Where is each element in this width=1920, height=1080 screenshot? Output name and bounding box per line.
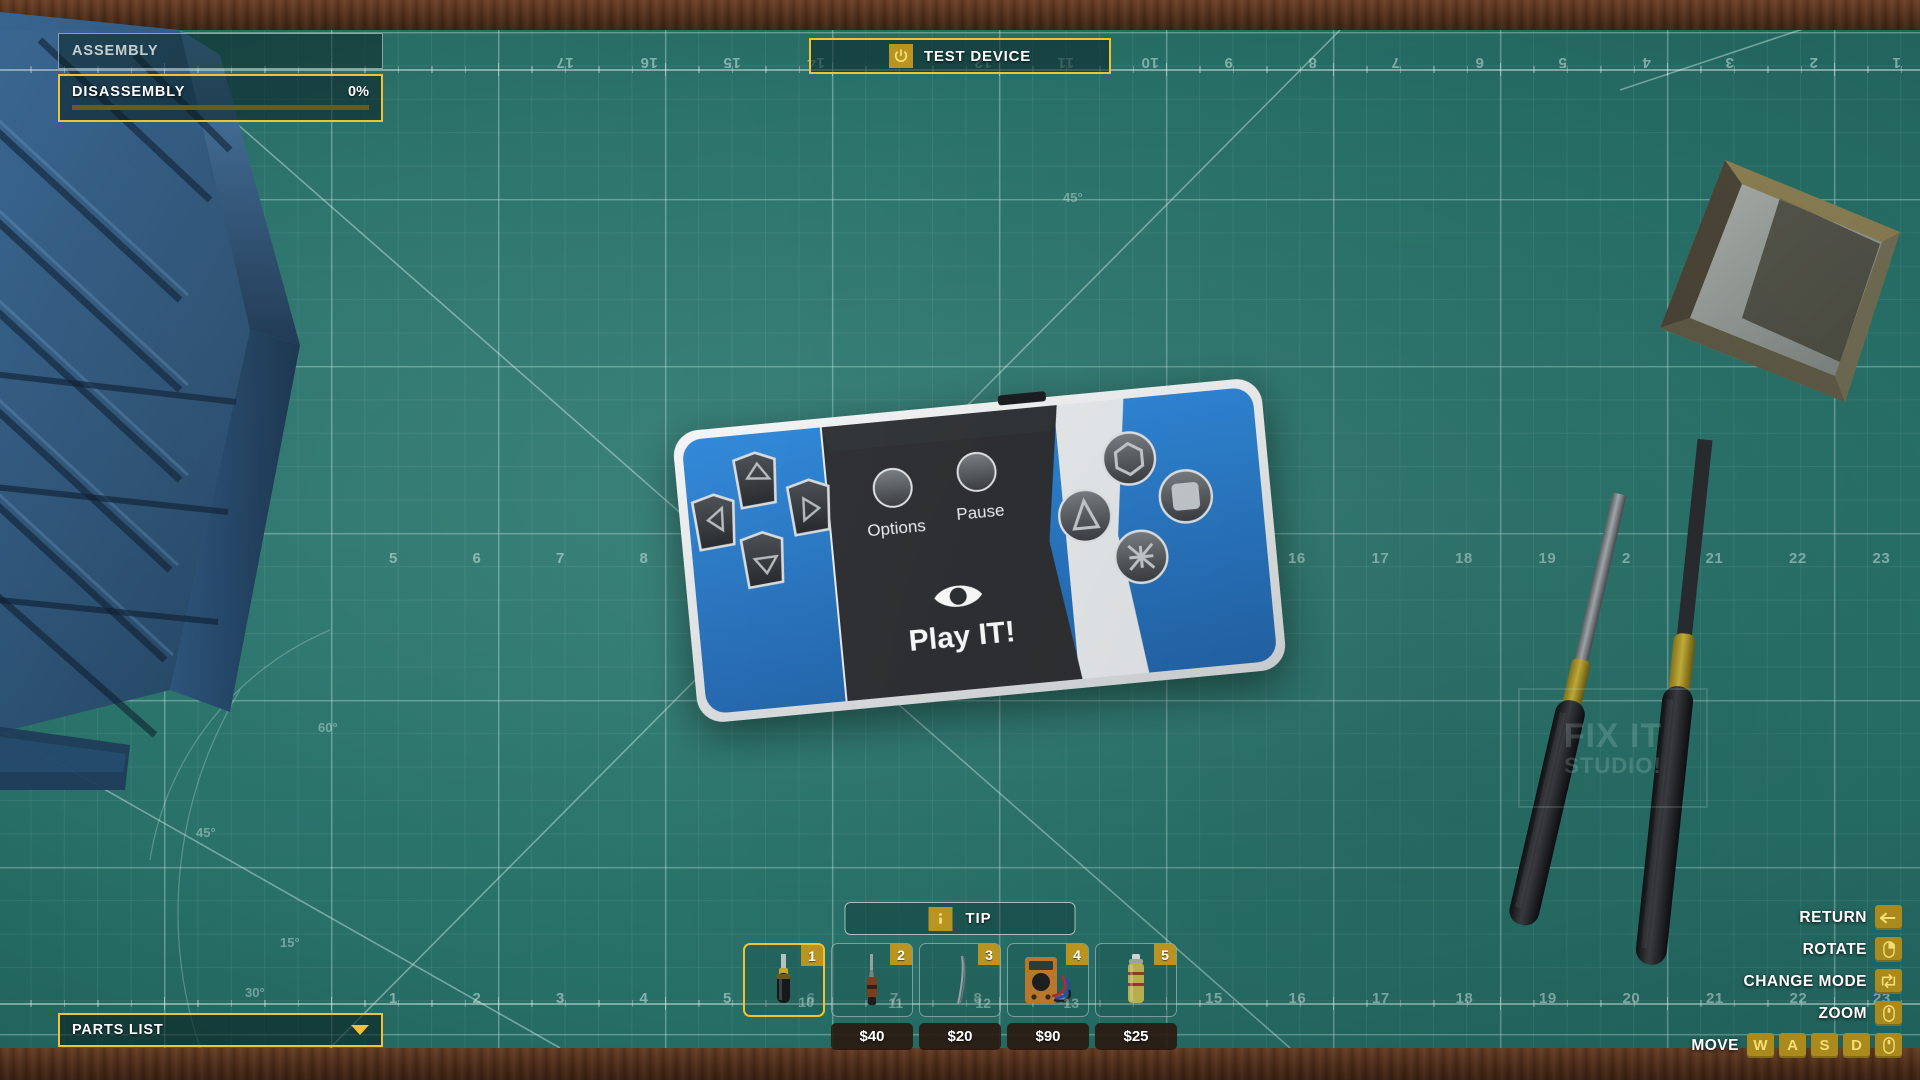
- tool-slot-number: 4: [1066, 944, 1088, 965]
- tool-slot-bg-number: 13: [1063, 995, 1079, 1011]
- mode-assembly-label: ASSEMBLY: [72, 43, 159, 59]
- tool-price: [743, 1023, 825, 1050]
- chevron-down-icon: [351, 1025, 369, 1035]
- control-hint-label: ZOOM: [1818, 1004, 1867, 1022]
- tool-slot-1[interactable]: 10 1: [743, 943, 825, 1017]
- tool-slot-number: 3: [978, 944, 1000, 965]
- tool-price: $90: [1007, 1023, 1089, 1050]
- mouse-right-icon[interactable]: [1875, 937, 1902, 962]
- control-hint-label: CHANGE MODE: [1743, 972, 1867, 990]
- tool-slot-bg-number: 10: [798, 994, 814, 1010]
- info-icon: [928, 906, 953, 931]
- tool-slot-5[interactable]: 5: [1095, 943, 1177, 1017]
- control-hint-return: RETURN: [1799, 905, 1902, 930]
- control-hint-keys: [1875, 905, 1902, 930]
- mode-disassembly[interactable]: DISASSEMBLY 0%: [58, 74, 383, 122]
- tool-slot-wrapper: 5 $25: [1095, 943, 1177, 1050]
- tip-button[interactable]: TIP: [844, 902, 1076, 935]
- mode-disassembly-label: DISASSEMBLY: [72, 83, 186, 100]
- mode-assembly[interactable]: ASSEMBLY: [58, 33, 383, 69]
- power-icon: [888, 44, 913, 68]
- tool-slot-bar[interactable]: 10 1 11 2 $40 12 3 $20 13 4 $90 5 $25: [743, 943, 1177, 1050]
- parts-list-button[interactable]: PARTS LIST: [58, 1013, 383, 1047]
- tip-label: TIP: [965, 910, 992, 927]
- control-hint-keys: [1875, 969, 1902, 994]
- tool-price: $25: [1095, 1023, 1177, 1050]
- change-mode-icon[interactable]: [1875, 969, 1902, 994]
- tool-slot-wrapper: 13 4 $90: [1007, 943, 1089, 1050]
- tool-slot-wrapper: 10 1: [743, 943, 825, 1050]
- key-w[interactable]: W: [1747, 1033, 1774, 1058]
- tool-slot-number: 2: [890, 944, 912, 965]
- tool-slot-number: 5: [1154, 944, 1176, 965]
- control-hint-zoom: ZOOM: [1818, 1001, 1902, 1026]
- tool-slot-bg-number: 11: [888, 995, 903, 1011]
- control-hint-keys: WASD: [1747, 1033, 1902, 1058]
- tool-slot-wrapper: 12 3 $20: [919, 943, 1001, 1050]
- key-a[interactable]: A: [1779, 1033, 1806, 1058]
- disassembly-progress-bar: [72, 104, 369, 110]
- game-hud: ASSEMBLY DISASSEMBLY 0% TEST DEVICE PART…: [0, 0, 1920, 1080]
- test-device-button[interactable]: TEST DEVICE: [809, 38, 1111, 74]
- tool-price: $20: [919, 1023, 1001, 1050]
- control-hint-label: ROTATE: [1802, 940, 1867, 958]
- tool-slot-wrapper: 11 2 $40: [831, 943, 913, 1050]
- control-hint-keys: [1875, 937, 1902, 962]
- control-hint-label: RETURN: [1799, 908, 1867, 926]
- control-hint-keys: [1875, 1001, 1902, 1026]
- control-hint-label: MOVE: [1691, 1036, 1739, 1054]
- test-device-label: TEST DEVICE: [923, 47, 1032, 65]
- mode-disassembly-percent: 0%: [348, 83, 369, 100]
- key-d[interactable]: D: [1843, 1033, 1870, 1058]
- control-hint-rotate: ROTATE: [1803, 937, 1902, 962]
- tool-slot-number: 1: [801, 945, 823, 966]
- key-s[interactable]: S: [1811, 1033, 1838, 1058]
- tool-slot-4[interactable]: 13 4: [1007, 943, 1089, 1017]
- arrow-left-icon[interactable]: [1875, 905, 1902, 930]
- tool-slot-3[interactable]: 12 3: [919, 943, 1001, 1017]
- mode-panels: ASSEMBLY DISASSEMBLY 0%: [58, 33, 383, 122]
- tool-slot-bg-number: 12: [975, 995, 991, 1011]
- parts-list-label: PARTS LIST: [72, 1022, 164, 1038]
- tool-price: $40: [831, 1023, 913, 1050]
- control-hints: RETURN ROTATE CHANGE MODE ZOOM MOVE W A S D: [1691, 905, 1902, 1058]
- mouse-move-icon[interactable]: [1875, 1033, 1902, 1058]
- mouse-scroll-icon[interactable]: [1875, 1001, 1902, 1026]
- control-hint-change-mode: CHANGE MODE: [1744, 969, 1902, 994]
- control-hint-move: MOVE W A S D: [1691, 1033, 1902, 1058]
- tool-slot-2[interactable]: 11 2: [831, 943, 913, 1017]
